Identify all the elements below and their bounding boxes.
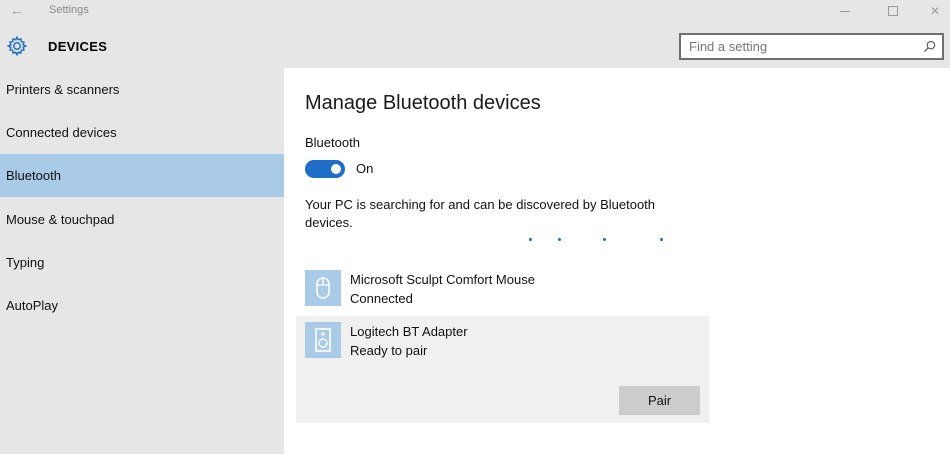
progress-dot	[529, 238, 532, 241]
search-icon[interactable]	[923, 40, 936, 53]
pair-button[interactable]: Pair	[619, 386, 700, 415]
sidebar-item-printers-scanners[interactable]: Printers & scanners	[0, 68, 284, 111]
speaker-icon	[315, 328, 331, 352]
mouse-icon	[316, 277, 330, 299]
close-icon[interactable]: ✕	[912, 0, 950, 22]
bluetooth-toggle[interactable]	[305, 160, 345, 178]
device-status: Connected	[350, 291, 413, 306]
minimize-icon[interactable]	[822, 0, 868, 22]
sidebar-item-connected-devices[interactable]: Connected devices	[0, 111, 284, 154]
sidebar-item-label: Connected devices	[6, 125, 117, 140]
device-icon-tile	[305, 270, 341, 306]
toggle-knob	[331, 164, 341, 174]
device-name: Microsoft Sculpt Comfort Mouse	[350, 272, 535, 287]
sidebar-item-label: Printers & scanners	[6, 82, 120, 97]
sidebar-item-typing[interactable]: Typing	[0, 241, 284, 284]
device-status: Ready to pair	[350, 343, 428, 358]
sidebar-item-label: AutoPlay	[6, 298, 59, 313]
title-bar: ← Settings ✕	[0, 0, 950, 22]
progress-dot	[603, 238, 606, 241]
sidebar-item-autoplay[interactable]: AutoPlay	[0, 284, 284, 327]
searching-message: Your PC is searching for and can be disc…	[305, 197, 656, 230]
sidebar-item-mouse-touchpad[interactable]: Mouse & touchpad	[0, 198, 284, 241]
device-icon-tile	[305, 322, 341, 358]
page-title: Manage Bluetooth devices	[305, 92, 541, 114]
sidebar-item-label: Typing	[6, 255, 45, 270]
sidebar-item-label: Bluetooth	[6, 168, 61, 183]
search-input[interactable]	[681, 35, 916, 58]
progress-dot	[660, 238, 663, 241]
searching-progress-indicator	[284, 238, 950, 244]
device-name: Logitech BT Adapter	[350, 324, 468, 339]
progress-dot	[558, 238, 561, 241]
sidebar-item-label: Mouse & touchpad	[6, 212, 115, 227]
sidebar: Printers & scanners Connected devices Bl…	[0, 68, 284, 454]
back-arrow-icon[interactable]: ←	[8, 1, 26, 19]
maximize-icon[interactable]	[870, 0, 916, 22]
header: DEVICES	[0, 22, 950, 68]
device-item-adapter[interactable]: Logitech BT Adapter Ready to pair Pair	[296, 316, 709, 423]
toggle-state-label: On	[356, 161, 374, 176]
search-box[interactable]	[679, 33, 944, 60]
main-content: Manage Bluetooth devices Bluetooth On Yo…	[284, 68, 950, 454]
window-title: Settings	[49, 4, 89, 16]
sidebar-item-bluetooth[interactable]: Bluetooth	[0, 154, 284, 197]
section-title: DEVICES	[48, 39, 108, 54]
bluetooth-label: Bluetooth	[305, 135, 360, 150]
gear-icon	[6, 35, 28, 57]
device-item-mouse[interactable]: Microsoft Sculpt Comfort Mouse Connected	[296, 264, 709, 312]
